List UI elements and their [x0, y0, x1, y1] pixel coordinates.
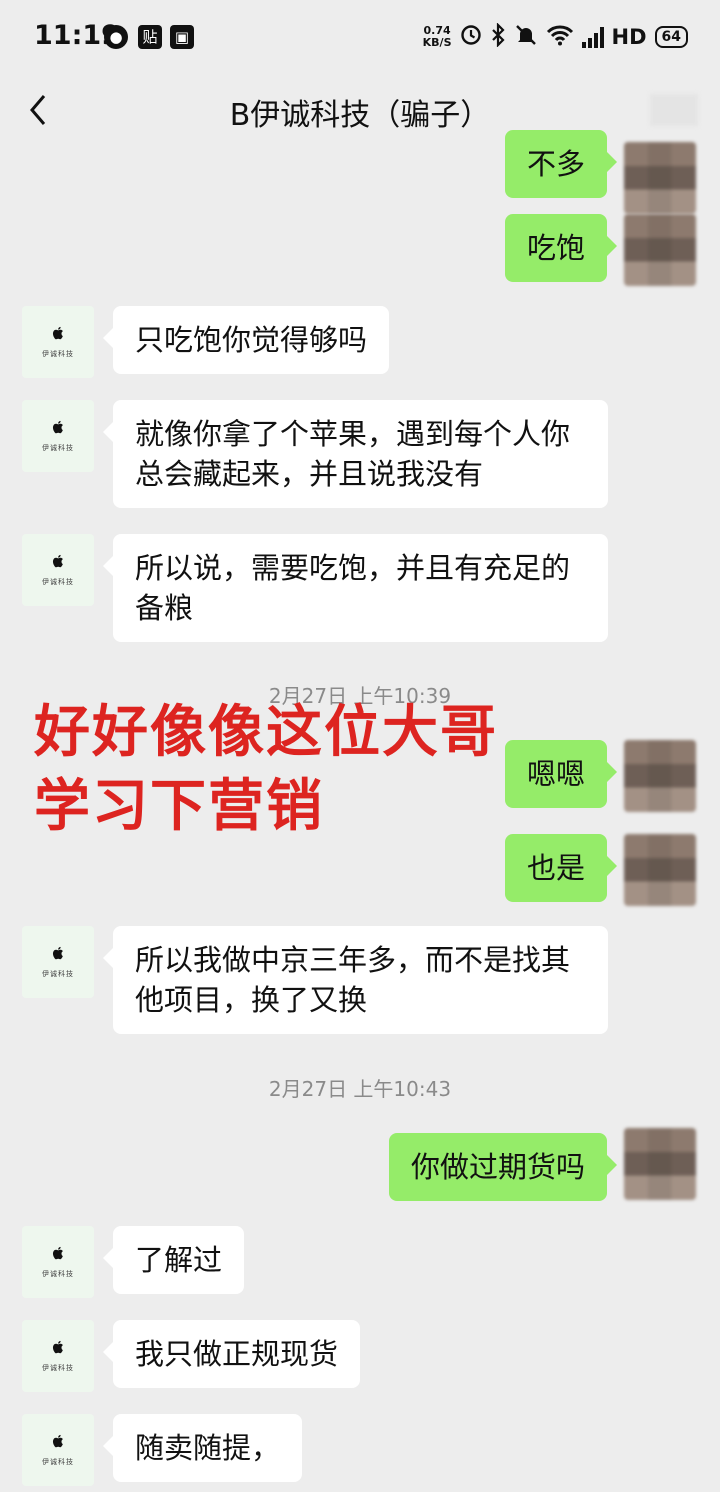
- my-avatar[interactable]: [624, 142, 696, 214]
- apple-logo-icon: [51, 1433, 65, 1453]
- contact-avatar[interactable]: 伊诚科技: [22, 534, 94, 606]
- apple-logo-icon: [51, 325, 65, 345]
- contact-avatar[interactable]: 伊诚科技: [22, 306, 94, 378]
- annotation-line-2: 学习下营销: [34, 774, 324, 839]
- status-right: 0.74 KB/S HD 64: [423, 20, 688, 54]
- message-bubble[interactable]: 吃饱: [504, 214, 618, 282]
- message-bubble[interactable]: 我只做正规现货: [102, 1320, 361, 1388]
- signal-icon: [581, 26, 604, 48]
- message-bubble[interactable]: 随卖随提，: [102, 1414, 303, 1482]
- contact-avatar-caption: 伊诚科技: [42, 350, 74, 358]
- contact-avatar-caption: 伊诚科技: [42, 970, 74, 978]
- contact-avatar-caption: 伊诚科技: [42, 444, 74, 452]
- app-notification-icon: 贴: [138, 25, 162, 49]
- bluetooth-icon: [490, 22, 506, 51]
- message-bubble[interactable]: 也是: [504, 834, 618, 902]
- message-bubble[interactable]: 嗯嗯: [504, 740, 618, 808]
- mute-icon: [514, 23, 538, 51]
- time-divider: 2月27日 上午10:43: [268, 1077, 452, 1101]
- apple-logo-icon: [51, 1245, 65, 1265]
- message-bubble[interactable]: 不多: [504, 130, 618, 198]
- my-avatar[interactable]: [624, 834, 696, 906]
- contact-avatar-caption: 伊诚科技: [42, 578, 74, 586]
- status-bar: 11:19 ● 贴 ▣ 0.74 KB/S HD 64: [0, 0, 720, 76]
- image-notification-icon: ▣: [170, 25, 194, 49]
- network-speed: 0.74 KB/S: [423, 25, 452, 49]
- annotation-line-1: 好好像像这位大哥: [34, 700, 498, 765]
- battery-icon: 64: [654, 26, 688, 48]
- contact-avatar-caption: 伊诚科技: [42, 1270, 74, 1278]
- my-avatar[interactable]: [624, 740, 696, 812]
- wifi-icon: [546, 24, 574, 50]
- contact-avatar[interactable]: 伊诚科技: [22, 1226, 94, 1298]
- apple-logo-icon: [51, 553, 65, 573]
- chat-header: B伊诚科技（骗子）: [0, 76, 720, 148]
- my-avatar[interactable]: [624, 214, 696, 286]
- contact-avatar[interactable]: 伊诚科技: [22, 1414, 94, 1486]
- alarm-icon: [460, 24, 482, 50]
- message-bubble[interactable]: 你做过期货吗: [388, 1133, 618, 1201]
- contact-avatar-caption: 伊诚科技: [42, 1458, 74, 1466]
- speed-unit: KB/S: [422, 36, 452, 49]
- contact-avatar-caption: 伊诚科技: [42, 1364, 74, 1372]
- notification-icon: ●: [104, 25, 128, 49]
- message-bubble[interactable]: 就像你拿了个苹果，遇到每个人你总会藏起来，并且说我没有: [103, 400, 608, 508]
- contact-avatar[interactable]: 伊诚科技: [22, 926, 94, 998]
- message-bubble[interactable]: 所以我做中京三年多，而不是找其他项目，换了又换: [103, 926, 608, 1034]
- apple-logo-icon: [51, 945, 65, 965]
- more-menu-button[interactable]: [650, 94, 698, 126]
- contact-avatar[interactable]: 伊诚科技: [22, 400, 94, 472]
- red-annotation: 好好像像这位大哥 学习下营销: [34, 696, 498, 844]
- message-list[interactable]: 不多 吃饱 伊诚科技 只吃饱你觉得够吗 伊诚科技 就像你拿了个苹果，遇到每个人你…: [0, 130, 720, 1492]
- my-avatar[interactable]: [624, 1128, 696, 1200]
- apple-logo-icon: [51, 1339, 65, 1359]
- message-bubble[interactable]: 了解过: [102, 1226, 245, 1294]
- message-bubble[interactable]: 所以说，需要吃饱，并且有充足的备粮: [103, 534, 608, 642]
- chat-title: B伊诚科技（骗子）: [229, 98, 491, 133]
- contact-avatar[interactable]: 伊诚科技: [22, 1320, 94, 1392]
- apple-logo-icon: [51, 419, 65, 439]
- message-bubble[interactable]: 只吃饱你觉得够吗: [102, 306, 390, 374]
- network-type: HD: [611, 25, 647, 49]
